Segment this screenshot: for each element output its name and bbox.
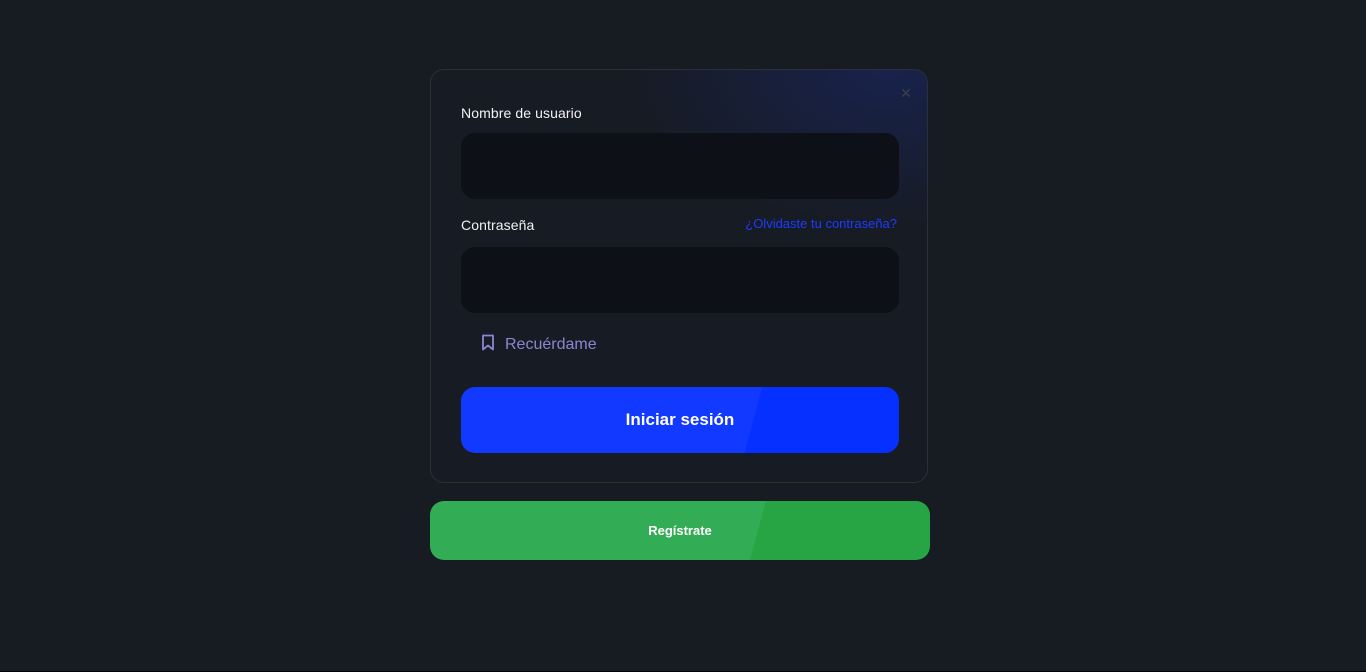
remember-me-toggle[interactable]: Recuérdame [481, 334, 597, 356]
login-card: ✕ Nombre de usuario Contraseña ¿Olvidast… [430, 69, 928, 483]
password-label: Contraseña [461, 217, 535, 233]
forgot-password-link[interactable]: ¿Olvidaste tu contraseña? [745, 216, 897, 231]
close-icon[interactable]: ✕ [899, 86, 913, 100]
username-input[interactable] [461, 133, 899, 199]
password-input[interactable] [461, 247, 899, 313]
bookmark-icon [481, 334, 495, 356]
register-button[interactable]: Regístrate [430, 501, 930, 560]
login-page: ✕ Nombre de usuario Contraseña ¿Olvidast… [0, 0, 1366, 672]
username-label: Nombre de usuario [461, 105, 582, 121]
login-button[interactable]: Iniciar sesión [461, 387, 899, 453]
remember-me-label: Recuérdame [505, 336, 597, 353]
